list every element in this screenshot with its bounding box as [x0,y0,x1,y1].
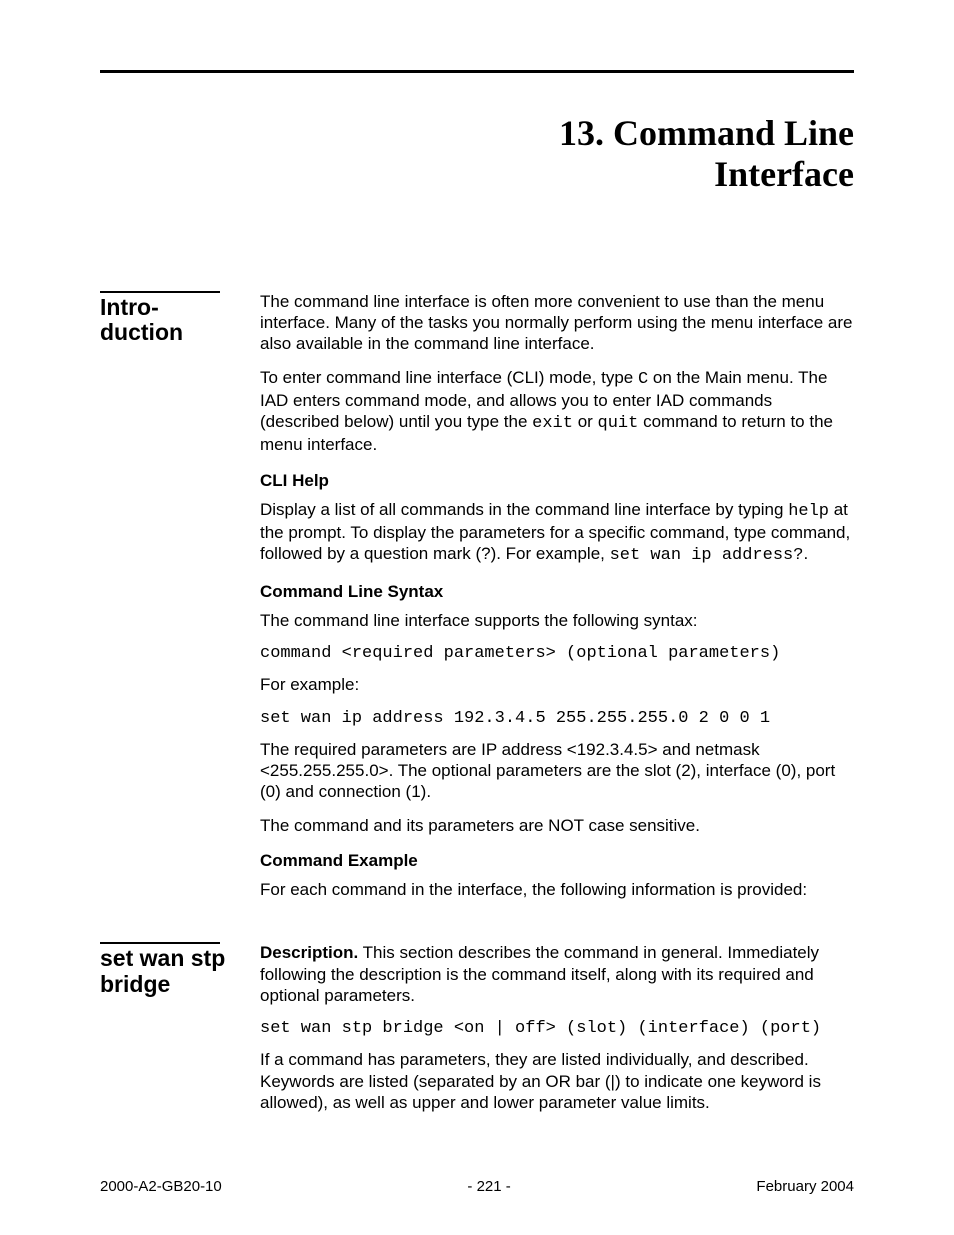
text-run: The command and its parameters are NOT c… [260,816,700,835]
paragraph: If a command has parameters, they are li… [260,1049,854,1113]
inline-code: quit [598,414,639,433]
text-run: The command line interface is often more… [260,292,852,354]
inline-code: C [638,370,648,389]
text-run: Display a list of all commands in the co… [260,500,788,519]
side-rule [100,942,220,944]
text-run: or [573,412,598,431]
section: Intro-ductionThe command line interface … [100,291,854,913]
page-footer: 2000-A2-GB20-10 - 221 - February 2004 [100,1178,854,1195]
inline-code: help [788,502,829,521]
bold-text: Description. [260,943,358,962]
text-run: . [803,544,808,563]
subheading: Command Line Syntax [260,581,854,602]
code-line: set wan ip address 192.3.4.5 255.255.255… [260,708,854,729]
subheading: CLI Help [260,470,854,491]
body-column: Description. This section describes the … [260,942,854,1125]
side-column: set wan stp bridge [100,942,260,997]
chapter-title: 13. Command Line Interface [100,113,854,196]
subheading: Command Example [260,850,854,871]
paragraph: The command line interface is often more… [260,291,854,355]
chapter-title-line2: Interface [714,154,854,194]
text-run: To enter command line interface (CLI) mo… [260,368,638,387]
inline-code: set wan ip address? [610,546,804,565]
side-heading: Intro-duction [100,295,250,346]
chapter-number: 13. [559,113,604,153]
section: set wan stp bridgeDescription. This sect… [100,942,854,1125]
body-column: The command line interface is often more… [260,291,854,913]
text-run: The command line interface supports the … [260,611,698,630]
top-rule [100,70,854,73]
paragraph: Description. This section describes the … [260,942,854,1006]
paragraph: The command and its parameters are NOT c… [260,815,854,836]
footer-right: February 2004 [756,1178,854,1195]
paragraph: Display a list of all commands in the co… [260,499,854,567]
sections-container: Intro-ductionThe command line interface … [100,291,854,1125]
side-heading: set wan stp bridge [100,946,250,997]
code-line: command <required parameters> (optional … [260,643,854,664]
text-run: For each command in the interface, the f… [260,880,807,899]
paragraph: The required parameters are IP address <… [260,739,854,803]
paragraph: To enter command line interface (CLI) mo… [260,367,854,456]
paragraph: For example: [260,674,854,695]
footer-left: 2000-A2-GB20-10 [100,1178,222,1195]
footer-center: - 221 - [467,1178,510,1195]
paragraph: For each command in the interface, the f… [260,879,854,900]
text-run: If a command has parameters, they are li… [260,1050,821,1112]
text-run: For example: [260,675,359,694]
text-run: The required parameters are IP address <… [260,740,835,802]
side-rule [100,291,220,293]
inline-code: exit [532,414,573,433]
page: 13. Command Line Interface Intro-duction… [0,0,954,1235]
chapter-title-line1: Command Line [613,113,854,153]
code-line: set wan stp bridge <on | off> (slot) (in… [260,1018,854,1039]
side-column: Intro-duction [100,291,260,346]
paragraph: The command line interface supports the … [260,610,854,631]
